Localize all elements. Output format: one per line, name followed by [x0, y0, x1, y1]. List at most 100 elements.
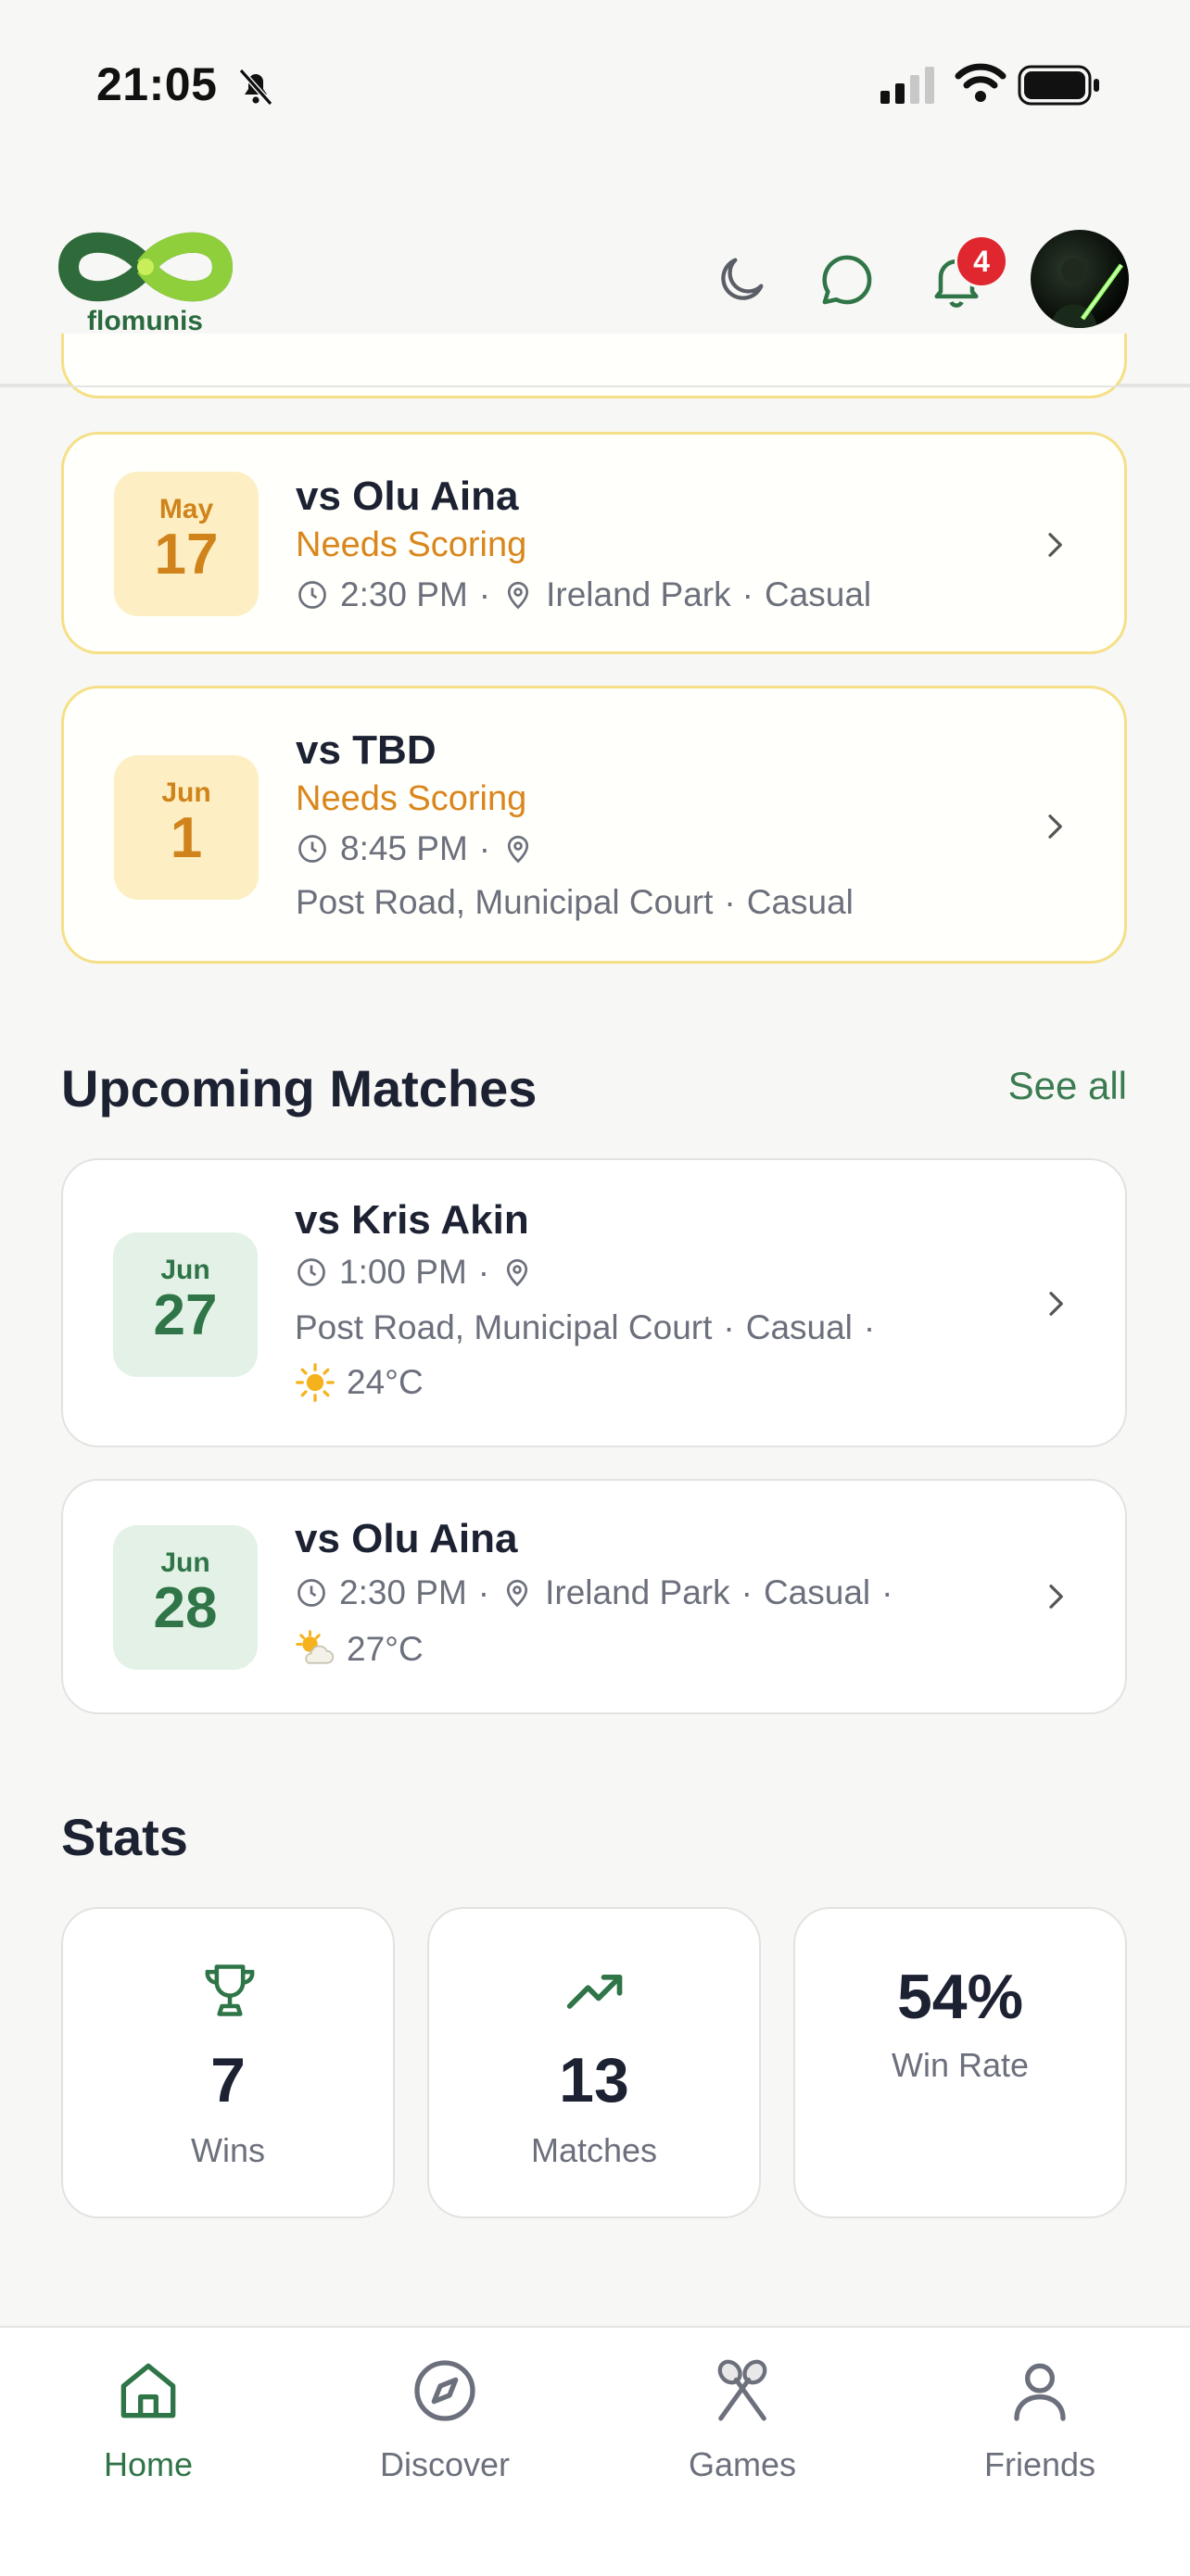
sun-icon: [296, 1363, 335, 1402]
match-opponent: vs Kris Akin: [295, 1197, 529, 1243]
tab-games[interactable]: Games: [640, 2354, 844, 2484]
location-pin-icon: [507, 1579, 528, 1608]
date-day: 27: [153, 1283, 218, 1347]
date-month: Jun: [161, 777, 211, 808]
match-meta-line2: Post Road, Municipal Court · Casual ·: [295, 1308, 875, 1347]
date-badge: Jun 27: [113, 1232, 258, 1377]
app-logo[interactable]: [57, 221, 234, 313]
separator: ·: [863, 1308, 876, 1346]
stat-label: Win Rate: [891, 2046, 1030, 2084]
signal-icon: [880, 67, 934, 104]
date-month: May: [158, 494, 214, 524]
rackets-icon: [717, 2359, 767, 2421]
chevron-right-icon: [1049, 1292, 1063, 1316]
separator: ·: [723, 1308, 735, 1346]
chevron-right-icon: [1049, 1585, 1063, 1609]
match-time: 8:45 PM: [340, 829, 468, 867]
tab-label: Discover: [379, 2445, 511, 2483]
match-type: Casual: [763, 1573, 871, 1611]
avatar[interactable]: [1031, 230, 1129, 328]
match-weather: 27°C: [295, 1629, 424, 1670]
match-status: Needs Scoring: [296, 779, 527, 818]
messages-button[interactable]: [810, 243, 884, 317]
section-title-stats: Stats: [61, 1808, 188, 1866]
separator: ·: [724, 883, 736, 921]
clock-icon: [298, 835, 326, 863]
clock-icon: [298, 1579, 325, 1607]
trending-up-icon: [566, 1974, 623, 2009]
see-all-link[interactable]: See all: [1008, 1064, 1127, 1108]
location-pin-icon: [508, 835, 529, 864]
match-location: Ireland Park: [546, 575, 731, 613]
match-card-partial[interactable]: [61, 334, 1127, 398]
date-month: Jun: [160, 1547, 210, 1578]
match-type: Casual: [745, 1308, 853, 1346]
match-time: 2:30 PM: [340, 575, 468, 613]
separator: ·: [477, 1573, 490, 1611]
tab-friends[interactable]: Friends: [938, 2354, 1142, 2484]
needs-scoring-card[interactable]: May 17 vs Olu Aina Needs Scoring 2:30 PM…: [61, 432, 1127, 654]
match-meta-line2: Post Road, Municipal Court · Casual: [296, 883, 854, 922]
location-pin-icon: [507, 1258, 528, 1287]
status-time: 21:05: [96, 58, 218, 110]
stat-label: Wins: [191, 2131, 265, 2169]
date-day: 28: [153, 1576, 218, 1640]
match-opponent: vs Olu Aina: [296, 474, 519, 519]
date-day: 17: [154, 523, 219, 587]
trophy-icon: [205, 1964, 255, 2016]
chat-bubble-icon: [822, 255, 872, 305]
match-type: Casual: [764, 575, 872, 613]
home-icon: [120, 2363, 176, 2418]
tab-discover[interactable]: Discover: [343, 2354, 547, 2484]
avatar-image: [1051, 259, 1124, 328]
upcoming-match-card[interactable]: Jun 27 vs Kris Akin 1:00 PM · Post Road,…: [61, 1158, 1127, 1447]
stat-value: 7: [210, 2045, 246, 2115]
dark-mode-toggle[interactable]: [704, 243, 779, 317]
match-time: 1:00 PM: [339, 1253, 467, 1291]
stat-card-winrate: 54% Win Rate: [793, 1907, 1127, 2218]
stat-card-matches: 13 Matches: [427, 1907, 761, 2218]
match-type: Casual: [746, 883, 854, 921]
header-divider: [0, 385, 1190, 387]
match-location: Post Road, Municipal Court: [295, 1308, 713, 1346]
date-day: 1: [170, 806, 203, 870]
section-title-upcoming: Upcoming Matches: [61, 1059, 538, 1118]
tab-label: Games: [688, 2445, 797, 2483]
tab-label: Home: [103, 2445, 194, 2483]
compass-icon: [414, 2360, 475, 2421]
match-time: 2:30 PM: [339, 1573, 467, 1611]
match-temp: 27°C: [347, 1630, 424, 1668]
date-month: Jun: [160, 1255, 210, 1285]
separator: ·: [478, 575, 491, 613]
match-opponent: vs TBD: [296, 727, 437, 773]
needs-scoring-card[interactable]: Jun 1 vs TBD Needs Scoring 8:45 PM · Pos…: [61, 686, 1127, 964]
separator: ·: [477, 1253, 490, 1291]
clock-icon: [298, 581, 326, 609]
clock-icon: [298, 1258, 325, 1286]
bell-muted-icon: [238, 69, 273, 106]
match-meta: 1:00 PM ·: [295, 1253, 534, 1292]
separator: ·: [881, 1573, 893, 1611]
notification-badge: 4: [955, 234, 1008, 288]
upcoming-match-card[interactable]: Jun 28 vs Olu Aina 2:30 PM · Ireland Par…: [61, 1479, 1127, 1714]
person-icon: [1014, 2363, 1066, 2421]
stat-value: 54%: [896, 1962, 1024, 2032]
date-badge: May 17: [114, 472, 259, 616]
separator: ·: [478, 829, 491, 867]
battery-icon: [1018, 65, 1099, 106]
tab-label: Friends: [983, 2445, 1096, 2483]
sun-cloud-icon: [296, 1630, 335, 1664]
match-weather: 24°C: [295, 1362, 424, 1403]
separator: ·: [741, 575, 753, 613]
match-temp: 24°C: [347, 1363, 424, 1401]
match-location: Ireland Park: [545, 1573, 730, 1611]
chevron-right-icon: [1048, 814, 1062, 839]
stat-label: Matches: [530, 2131, 658, 2169]
moon-icon: [721, 258, 764, 300]
match-meta: 2:30 PM · Ireland Park · Casual ·: [295, 1573, 892, 1612]
wifi-icon: [955, 63, 1006, 102]
separator: ·: [741, 1573, 753, 1611]
stat-value: 13: [559, 2045, 629, 2115]
tab-home[interactable]: Home: [46, 2354, 250, 2484]
app-name: flomunis: [87, 306, 203, 336]
